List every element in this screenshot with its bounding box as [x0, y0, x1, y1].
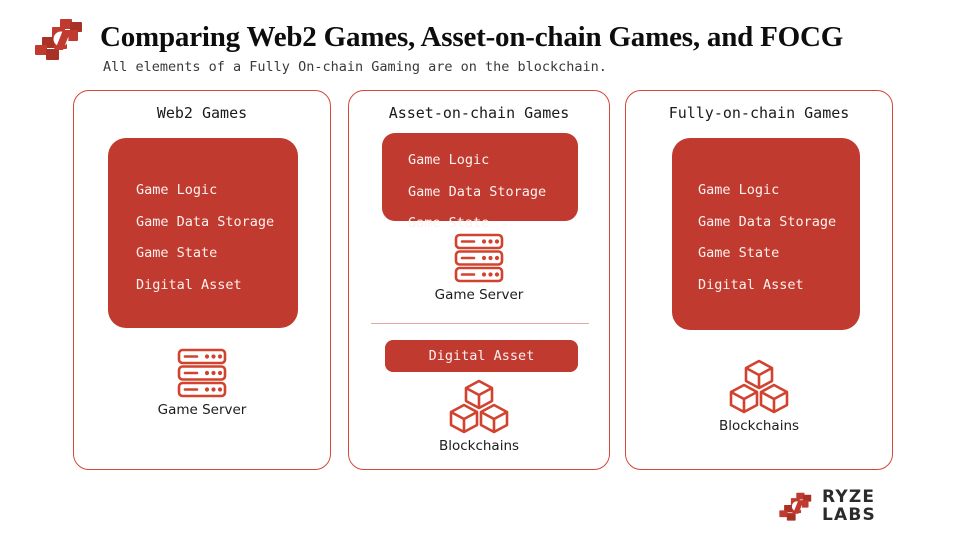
ryze-labs-footer-logo: RYZE LABS [778, 487, 918, 529]
blockchains-group: Blockchains [626, 359, 892, 434]
offchain-components-block: Game Logic Game Data Storage Game State [382, 133, 578, 231]
comparison-columns: Web2 Games Game Logic Game Data Storage … [0, 0, 960, 540]
blockchain-cubes-icon [729, 359, 789, 414]
slide-root: Comparing Web2 Games, Asset-on-chain Gam… [0, 0, 960, 540]
icon-caption: Blockchains [718, 418, 800, 434]
server-stack-icon [177, 348, 227, 398]
ryze-labs-wordmark: RYZE LABS [822, 487, 876, 525]
component-item: Game Data Storage [698, 213, 837, 230]
column-asset-on-chain-games[interactable]: Asset-on-chain Games Game Logic Game Dat… [348, 90, 610, 470]
icon-caption: Game Server [157, 402, 247, 418]
blockchains-group: Blockchains [349, 379, 609, 454]
column-title: Asset-on-chain Games [388, 104, 570, 122]
column-title: Web2 Games [156, 104, 248, 122]
onchain-offchain-divider [371, 323, 589, 325]
game-server-group: Game Server [349, 232, 609, 303]
game-server-group: Game Server [74, 347, 330, 418]
column-web2-games[interactable]: Web2 Games Game Logic Game Data Storage … [73, 90, 331, 470]
blockchain-cubes-icon [449, 379, 509, 434]
logo-line-1: RYZE [822, 487, 876, 507]
onchain-components-block: Game Logic Game Data Storage Game State … [672, 138, 860, 330]
icon-caption: Blockchains [438, 438, 520, 454]
offchain-components-block: Game Logic Game Data Storage Game State … [108, 138, 298, 328]
logo-line-2: LABS [822, 504, 876, 525]
component-item: Game Logic [408, 152, 490, 168]
column-title: Fully-on-chain Games [668, 104, 850, 122]
component-item: Game Data Storage [136, 213, 275, 230]
component-item: Game Logic [698, 182, 780, 198]
digital-asset-pill: Digital Asset [385, 340, 578, 372]
ryze-logo-icon [778, 491, 816, 523]
component-item: Digital Asset [136, 276, 242, 293]
component-item: Game State [136, 245, 218, 261]
server-stack-icon [454, 233, 504, 283]
component-item: Game Data Storage [408, 183, 547, 200]
component-item: Game Logic [136, 182, 218, 198]
column-fully-on-chain-games[interactable]: Fully-on-chain Games Game Logic Game Dat… [625, 90, 893, 470]
icon-caption: Game Server [434, 287, 524, 303]
component-item: Game State [698, 245, 780, 261]
component-item: Digital Asset [698, 276, 804, 293]
